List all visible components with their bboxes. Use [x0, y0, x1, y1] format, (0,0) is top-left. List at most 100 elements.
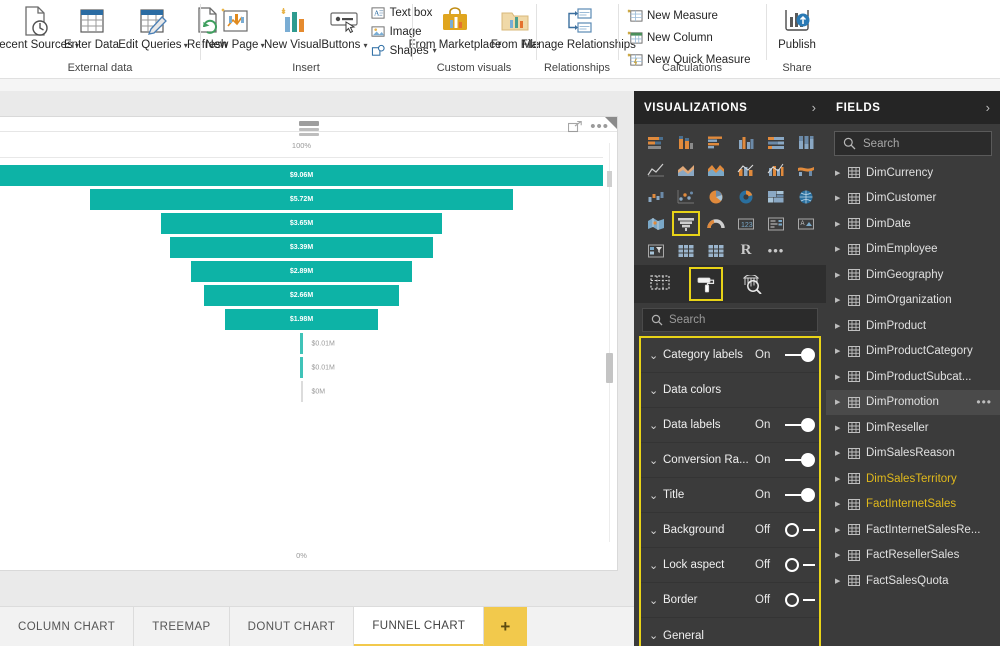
- field-item-dimpromotion[interactable]: ▶ DimPromotion •••: [826, 390, 1000, 416]
- chevron-down-icon[interactable]: ⌄: [649, 384, 663, 397]
- chevron-down-icon[interactable]: ⌄: [649, 349, 663, 362]
- field-item-dimdate[interactable]: ▶ DimDate: [826, 211, 1000, 237]
- selection-handle[interactable]: [605, 117, 617, 129]
- funnel-bar-row[interactable]: $3.39M: [0, 237, 603, 261]
- chevron-down-icon[interactable]: ⌄: [649, 594, 663, 607]
- field-item-dimemployee[interactable]: ▶ DimEmployee: [826, 237, 1000, 263]
- format-row-title[interactable]: ⌄ Title On: [641, 478, 819, 513]
- field-item-factinternetsalesreason[interactable]: ▶ FactInternetSalesRe...: [826, 517, 1000, 543]
- map-icon[interactable]: [792, 184, 820, 209]
- toggle-switch[interactable]: [785, 523, 815, 537]
- line-clustered-column-chart-icon[interactable]: [762, 157, 790, 182]
- recent-sources-button[interactable]: Recent Sources ▾: [6, 2, 64, 53]
- triangle-right-icon[interactable]: ▶: [835, 322, 842, 330]
- r-script-visual-icon[interactable]: R: [732, 238, 760, 263]
- triangle-right-icon[interactable]: ▶: [835, 194, 842, 202]
- scrollbar-thumb-upper[interactable]: [607, 171, 612, 187]
- pie-chart-icon[interactable]: [702, 184, 730, 209]
- manage-relationships-button[interactable]: Manage Relationships: [542, 2, 616, 52]
- funnel-bar[interactable]: $0.01M: [300, 333, 303, 354]
- report-page[interactable]: ••• 100% $9.06M: [0, 116, 618, 571]
- chevron-down-icon[interactable]: ⌄: [649, 629, 663, 642]
- funnel-bar[interactable]: $9.06M: [0, 165, 603, 186]
- funnel-bar[interactable]: $0M: [301, 381, 303, 402]
- funnel-bar-row[interactable]: $0.01M: [0, 333, 603, 357]
- funnel-bar-row[interactable]: $1.98M: [0, 309, 603, 333]
- field-item-dimproduct[interactable]: ▶ DimProduct: [826, 313, 1000, 339]
- toggle-switch[interactable]: [785, 593, 815, 607]
- page-tab-column-chart[interactable]: COLUMN CHART: [0, 607, 134, 646]
- chevron-down-icon[interactable]: ⌄: [649, 489, 663, 502]
- chevron-down-icon[interactable]: ⌄: [649, 559, 663, 572]
- triangle-right-icon[interactable]: ▶: [835, 373, 842, 381]
- scrollbar-thumb[interactable]: [606, 353, 613, 383]
- clustered-bar-chart-icon[interactable]: [702, 130, 730, 155]
- magnifier-analytics-icon[interactable]: [736, 268, 768, 300]
- gauge-chart-icon[interactable]: [702, 211, 730, 236]
- format-row-category-labels[interactable]: ⌄ Category labels On: [641, 338, 819, 373]
- chevron-down-icon[interactable]: ⌄: [649, 454, 663, 467]
- funnel-bar-row[interactable]: $3.65M: [0, 213, 603, 237]
- funnel-chart-icon[interactable]: [672, 211, 700, 236]
- publish-button[interactable]: Publish: [772, 2, 822, 52]
- canvas-scrollbar[interactable]: [606, 143, 613, 542]
- field-item-dimproductsubcategory[interactable]: ▶ DimProductSubcat...: [826, 364, 1000, 390]
- page-tab-donut-chart[interactable]: DONUT CHART: [230, 607, 355, 646]
- field-item-factresellersales[interactable]: ▶ FactResellerSales: [826, 543, 1000, 569]
- focus-mode-icon[interactable]: [568, 121, 582, 133]
- field-item-dimreseller[interactable]: ▶ DimReseller: [826, 415, 1000, 441]
- funnel-bar[interactable]: $2.89M: [191, 261, 411, 282]
- funnel-bar-row[interactable]: $2.66M: [0, 285, 603, 309]
- fields-search-box[interactable]: Search: [834, 131, 992, 156]
- field-item-dimorganization[interactable]: ▶ DimOrganization: [826, 288, 1000, 314]
- funnel-bar-row[interactable]: $2.89M: [0, 261, 603, 285]
- funnel-bar[interactable]: $3.39M: [170, 237, 432, 258]
- format-row-general[interactable]: ⌄ General: [641, 618, 819, 646]
- funnel-bar[interactable]: $2.66M: [204, 285, 400, 306]
- treemap-icon[interactable]: [762, 184, 790, 209]
- chevron-right-icon[interactable]: ›: [986, 100, 990, 115]
- field-item-dimproductcategory[interactable]: ▶ DimProductCategory: [826, 339, 1000, 365]
- triangle-right-icon[interactable]: ▶: [835, 424, 842, 432]
- line-chart-icon[interactable]: [642, 157, 670, 182]
- field-item-dimsalesterritory[interactable]: ▶ DimSalesTerritory: [826, 466, 1000, 492]
- field-item-factsalesquota[interactable]: ▶ FactSalesQuota: [826, 568, 1000, 594]
- format-search-box[interactable]: Search: [642, 308, 818, 332]
- funnel-bar[interactable]: $3.65M: [161, 213, 441, 234]
- kpi-icon[interactable]: A: [792, 211, 820, 236]
- stacked-column-chart-icon[interactable]: [672, 130, 700, 155]
- format-row-background[interactable]: ⌄ Background Off: [641, 513, 819, 548]
- donut-chart-icon[interactable]: [732, 184, 760, 209]
- funnel-bar-row[interactable]: $5.72M: [0, 189, 603, 213]
- field-item-dimcustomer[interactable]: ▶ DimCustomer: [826, 186, 1000, 212]
- funnel-bar[interactable]: $1.98M: [225, 309, 379, 330]
- chevron-down-icon[interactable]: ⌄: [649, 524, 663, 537]
- field-item-dimgeography[interactable]: ▶ DimGeography: [826, 262, 1000, 288]
- triangle-right-icon[interactable]: ▶: [835, 475, 842, 483]
- triangle-right-icon[interactable]: ▶: [835, 449, 842, 457]
- 100-stacked-bar-chart-icon[interactable]: [762, 130, 790, 155]
- triangle-right-icon[interactable]: ▶: [835, 271, 842, 279]
- funnel-bar[interactable]: $0.01M: [300, 357, 303, 378]
- toggle-switch[interactable]: [785, 488, 815, 502]
- triangle-right-icon[interactable]: ▶: [835, 398, 842, 406]
- funnel-bar-row[interactable]: $0M: [0, 381, 603, 405]
- clustered-column-chart-icon[interactable]: [732, 130, 760, 155]
- 100-stacked-column-chart-icon[interactable]: [792, 130, 820, 155]
- triangle-right-icon[interactable]: ▶: [835, 347, 842, 355]
- slicer-icon[interactable]: [642, 238, 670, 263]
- funnel-chart[interactable]: 100% $9.06M $5.72M: [0, 139, 603, 570]
- add-page-button[interactable]: +: [484, 607, 526, 646]
- new-page-button[interactable]: New Page ▾: [206, 2, 264, 53]
- toggle-switch[interactable]: [785, 418, 815, 432]
- line-stacked-column-chart-icon[interactable]: [732, 157, 760, 182]
- funnel-bar-row[interactable]: $0.01M: [0, 357, 603, 381]
- triangle-right-icon[interactable]: ▶: [835, 551, 842, 559]
- format-row-lock-aspect[interactable]: ⌄ Lock aspect Off: [641, 548, 819, 583]
- chevron-down-icon[interactable]: ⌄: [649, 419, 663, 432]
- page-tab-treemap[interactable]: TREEMAP: [134, 607, 229, 646]
- stacked-area-chart-icon[interactable]: [702, 157, 730, 182]
- area-chart-icon[interactable]: [672, 157, 700, 182]
- scatter-chart-icon[interactable]: [672, 184, 700, 209]
- matrix-icon[interactable]: [702, 238, 730, 263]
